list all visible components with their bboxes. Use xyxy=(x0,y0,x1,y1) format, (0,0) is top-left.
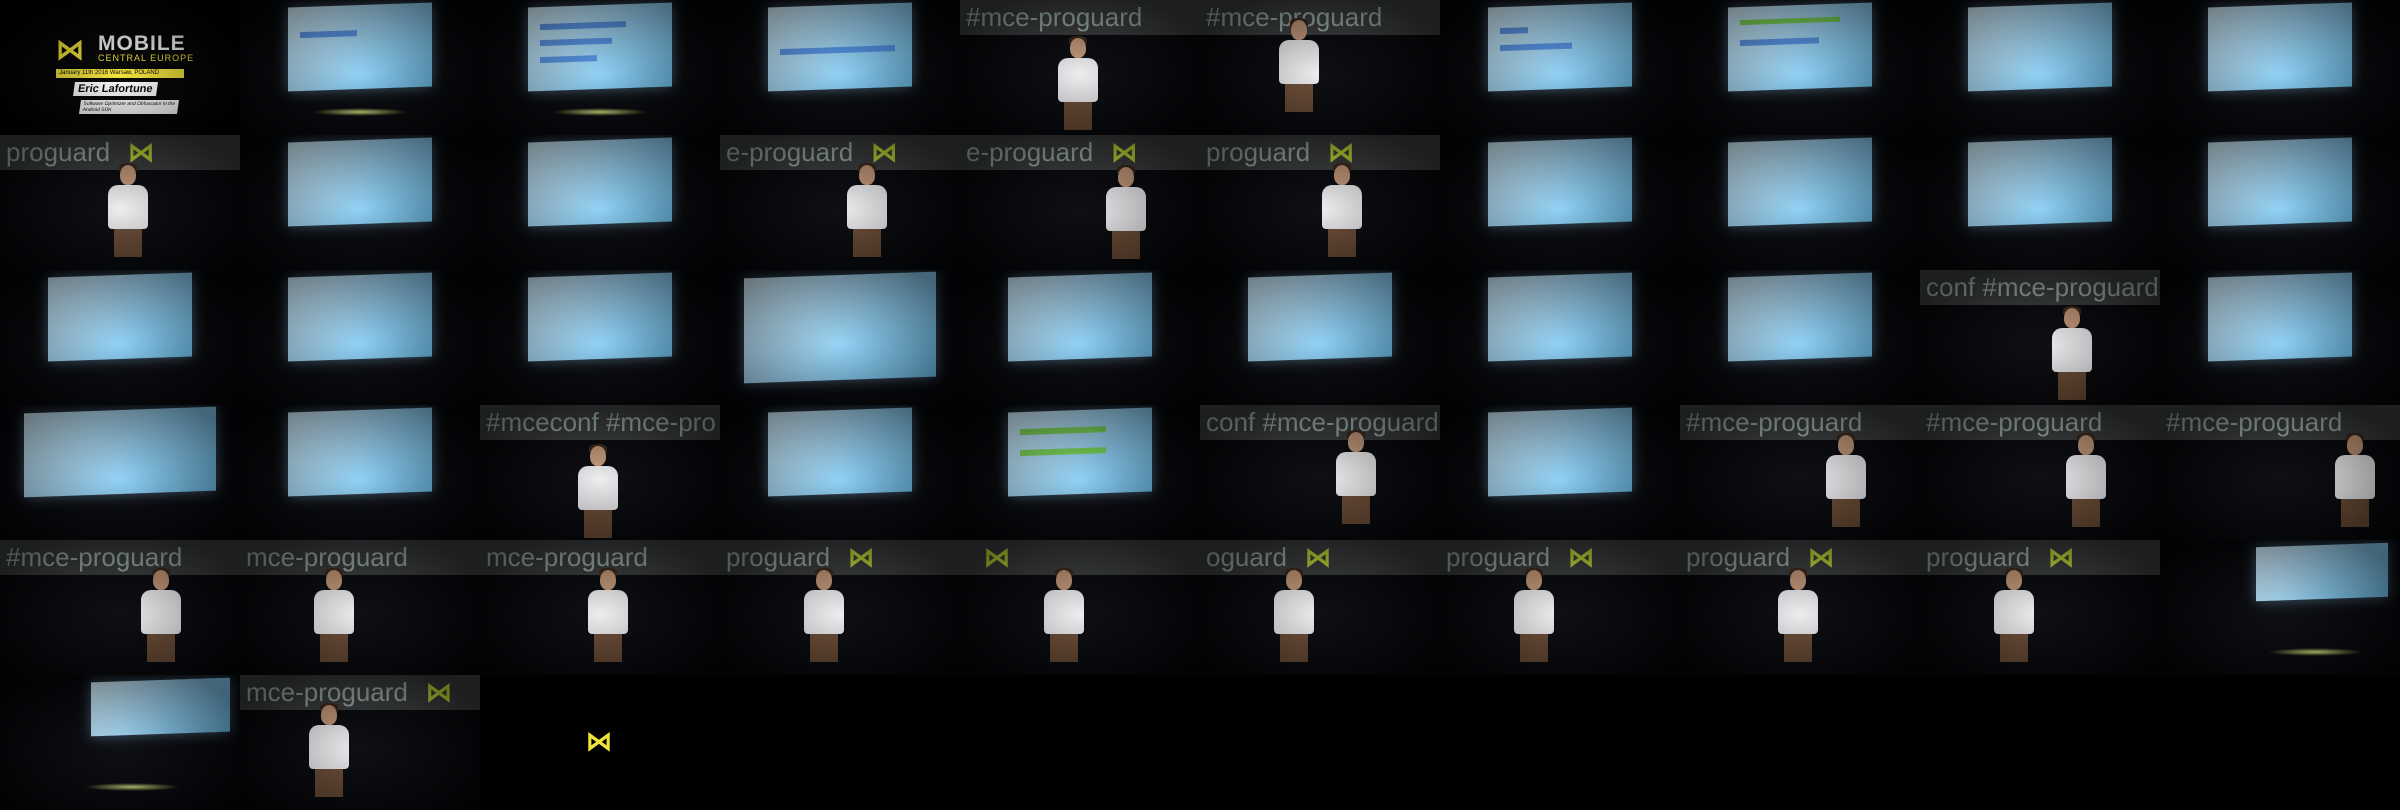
thumbnail-speaker[interactable]: mce-proguard xyxy=(240,540,480,675)
banner-text: proguard xyxy=(6,137,111,167)
title-card-tile: ⋈ MOBILE CENTRAL EUROPE January 11th 201… xyxy=(0,0,240,135)
mce-m-logo-icon: ⋈ xyxy=(1568,542,1595,572)
thumbnail-slide[interactable] xyxy=(1680,135,1920,270)
thumbnail-speaker[interactable]: proguard ⋈ xyxy=(1200,135,1440,270)
thumbnail-speaker[interactable]: ⋈ xyxy=(960,540,1200,675)
thumbnail-speaker[interactable]: e-proguard ⋈ xyxy=(960,135,1200,270)
mce-m-logo-icon: ⋈ xyxy=(1808,542,1835,572)
thumbnail-slide[interactable] xyxy=(1200,270,1440,405)
banner-text: proguard xyxy=(1686,542,1791,572)
thumbnail-speaker[interactable]: #mce-proguard xyxy=(1920,405,2160,540)
banner-text: e-proguard xyxy=(966,137,1094,167)
speaker-name: Eric Lafortune xyxy=(73,82,158,96)
thumbnail-speaker[interactable]: proguard ⋈ xyxy=(1440,540,1680,675)
mce-m-logo-icon: ⋈ xyxy=(586,726,612,756)
thumbnail-slide[interactable] xyxy=(240,270,480,405)
banner: #mce-proguard xyxy=(1920,405,2160,441)
thumbnail-speaker[interactable]: mce-proguard ⋈ xyxy=(240,675,480,810)
thumbnail-slide[interactable] xyxy=(240,405,480,540)
banner-text: #mceconf xyxy=(486,407,599,437)
thumbnail-slide[interactable] xyxy=(480,0,720,135)
banner: #mce-proguard xyxy=(0,540,240,576)
thumbnail-slide[interactable] xyxy=(0,270,240,405)
mce-m-logo-icon: ⋈ xyxy=(1111,137,1138,167)
thumbnail-speaker[interactable]: e-proguard ⋈ xyxy=(720,135,960,270)
thumbnail-slide[interactable] xyxy=(0,675,240,810)
thumbnail-slide[interactable] xyxy=(1440,135,1680,270)
thumbnail-slide[interactable] xyxy=(240,0,480,135)
thumbnail-speaker[interactable]: conf #mce-proguard xyxy=(1200,405,1440,540)
thumbnail-slide[interactable] xyxy=(720,405,960,540)
brand-subtitle: CENTRAL EUROPE xyxy=(98,53,195,63)
banner: #mce-proguard xyxy=(960,0,1200,36)
thumbnail-speaker[interactable]: proguard ⋈ xyxy=(1680,540,1920,675)
thumbnail-speaker[interactable]: proguard ⋈ xyxy=(1920,540,2160,675)
thumbnail-speaker[interactable]: oguard ⋈ xyxy=(1200,540,1440,675)
mce-m-logo-icon: ⋈ xyxy=(871,137,898,167)
banner-text: #mce-pro xyxy=(605,407,716,437)
banner-text: #mce-proguard xyxy=(1982,272,2159,302)
thumbnail-grid: ⋈ MOBILE CENTRAL EUROPE January 11th 201… xyxy=(0,0,2400,810)
banner-text: proguard xyxy=(726,542,831,572)
thumbnail-slide[interactable] xyxy=(2160,270,2400,405)
thumbnail-speaker[interactable]: #mce-proguard xyxy=(1680,405,1920,540)
thumbnail-speaker[interactable]: #mceconf #mce-pro xyxy=(480,405,720,540)
mce-m-logo-icon: ⋈ xyxy=(984,542,1010,572)
mce-m-logo-icon: ⋈ xyxy=(425,677,452,707)
event-date: January 11th 2016 Warsaw, POLAND xyxy=(56,69,184,78)
thumbnail-slide[interactable] xyxy=(1920,135,2160,270)
thumbnail-speaker[interactable]: #mce-proguard xyxy=(2160,405,2400,540)
banner-text: proguard xyxy=(1206,137,1311,167)
mce-m-logo-icon: ⋈ xyxy=(848,542,875,572)
thumbnail-slide[interactable] xyxy=(2160,540,2400,675)
thumbnail-slide[interactable] xyxy=(480,270,720,405)
thumbnail-slide[interactable] xyxy=(240,135,480,270)
thumbnail-speaker[interactable]: conf #mce-proguard xyxy=(1920,270,2160,405)
thumbnail-slide[interactable] xyxy=(1920,0,2160,135)
thumbnail-slide[interactable] xyxy=(1440,0,1680,135)
thumbnail-speaker[interactable]: #mce-proguard xyxy=(1200,0,1440,135)
thumbnail-slide[interactable] xyxy=(1440,270,1680,405)
thumbnail-slide[interactable] xyxy=(720,0,960,135)
title-card: ⋈ MOBILE CENTRAL EUROPE January 11th 201… xyxy=(0,0,240,135)
banner: #mce-proguard xyxy=(1680,405,1920,441)
banner-text: conf xyxy=(1926,272,1976,302)
thumbnail-speaker[interactable]: #mce-proguard xyxy=(960,0,1200,135)
mce-m-logo-icon: ⋈ xyxy=(2048,542,2075,572)
thumbnail-speaker[interactable]: mce-proguard xyxy=(480,540,720,675)
banner-text: oguard xyxy=(1206,542,1287,572)
thumbnail-slide[interactable] xyxy=(720,270,960,405)
thumbnail-slide[interactable] xyxy=(2160,135,2400,270)
thumbnail-slide[interactable] xyxy=(2160,0,2400,135)
mce-m-logo-icon: ⋈ xyxy=(56,34,84,65)
thumbnail-slide[interactable] xyxy=(960,405,1200,540)
thumbnail-slide[interactable] xyxy=(0,405,240,540)
banner: mce-proguard xyxy=(240,540,480,576)
thumbnail-speaker[interactable]: proguard ⋈ xyxy=(720,540,960,675)
thumbnail-slide[interactable] xyxy=(480,135,720,270)
thumbnail-slide[interactable] xyxy=(1680,0,1920,135)
thumbnail-slide[interactable] xyxy=(1440,405,1680,540)
thumbnail-speaker[interactable]: #mce-proguard xyxy=(0,540,240,675)
mce-m-logo-icon: ⋈ xyxy=(1304,542,1331,572)
talk-title: Software Optimizer and Obfuscator in the… xyxy=(79,100,179,114)
banner-text: e-proguard xyxy=(726,137,854,167)
banner-text: conf xyxy=(1206,407,1256,437)
thumbnail-slide[interactable] xyxy=(960,270,1200,405)
thumbnail-slide[interactable] xyxy=(1680,270,1920,405)
thumbnail-speaker[interactable]: proguard ⋈ xyxy=(0,135,240,270)
